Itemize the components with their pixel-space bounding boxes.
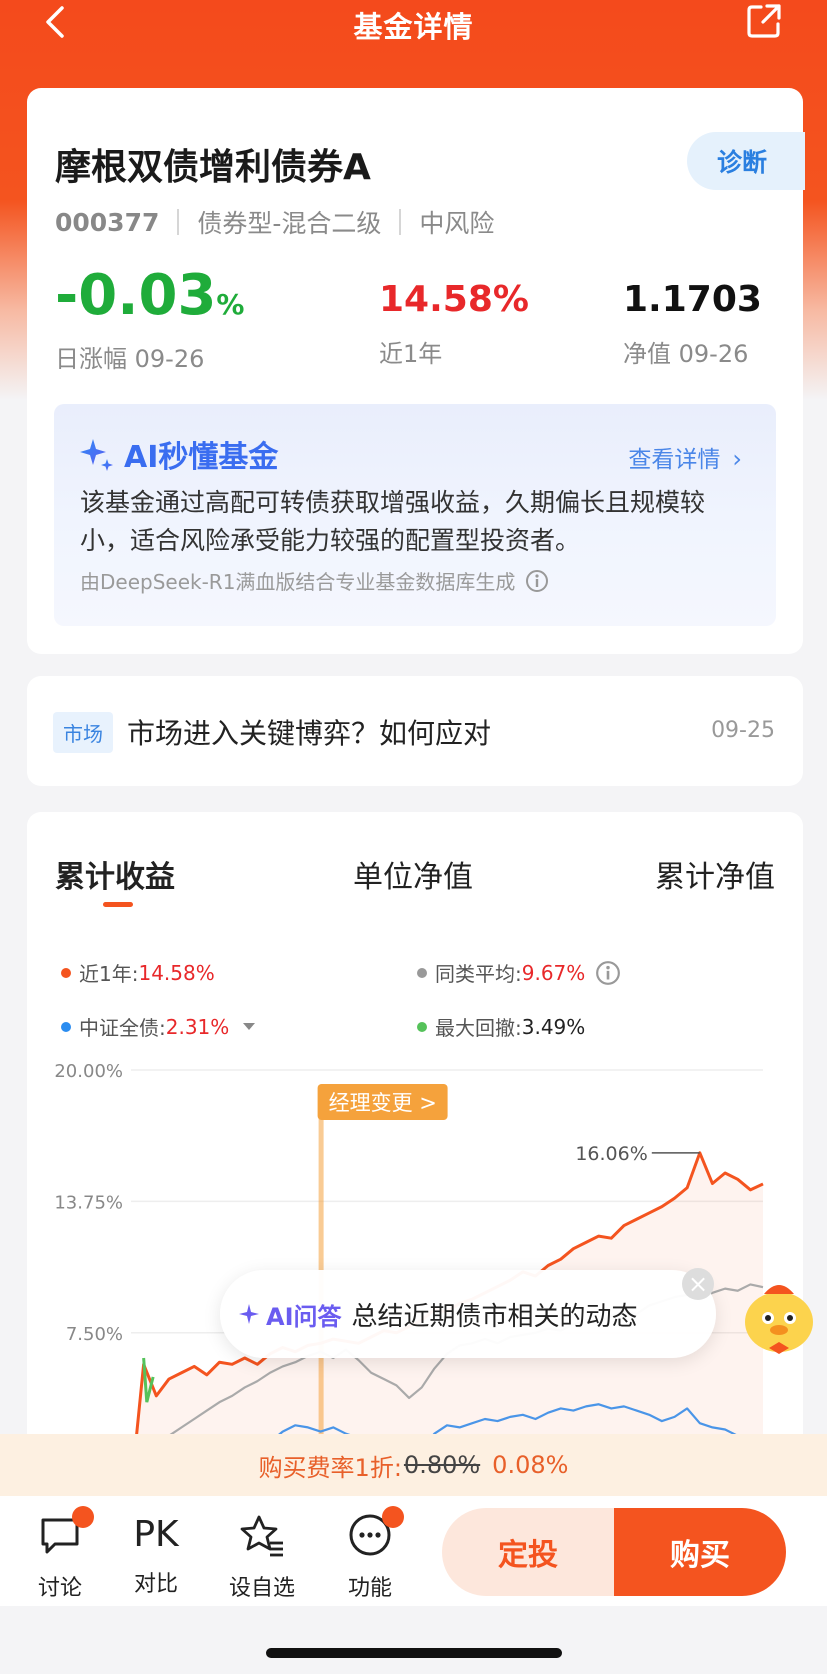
pk-icon: PK <box>133 1514 179 1555</box>
info-icon[interactable] <box>595 960 621 986</box>
ai-summary-box[interactable]: AI秒懂基金 查看详情 › 该基金通过高配可转债获取增强收益，久期偏长且规模较小，… <box>54 404 776 626</box>
one-year-stat: 14.58% 近1年 <box>379 276 529 369</box>
one-year-value: 14.58% <box>379 279 529 320</box>
compare-button[interactable]: PK 对比 <box>116 1512 196 1598</box>
ai-summary-heading: AI秒懂基金 <box>124 440 279 475</box>
news-headline: 市场进入关键博弈？如何应对 <box>127 717 492 750</box>
y-tick-label: 20.00% <box>54 1061 123 1082</box>
divider <box>177 209 180 235</box>
legend-dot <box>417 967 427 978</box>
caret-down-icon[interactable] <box>243 1023 256 1030</box>
legend-dot <box>417 1021 427 1032</box>
star-list-icon <box>240 1515 283 1557</box>
fund-meta: 000377 债券型-混合二级 中风险 <box>55 204 494 240</box>
legend-label: 最大回撤: <box>435 1016 522 1040</box>
functions-label: 功能 <box>347 1576 392 1601</box>
daily-change-label: 日涨幅 09-26 <box>55 345 205 373</box>
peak-label: 16.06% <box>575 1143 647 1165</box>
sparkle-icon <box>80 439 113 471</box>
fund-category: 债券型-混合二级 <box>197 209 382 238</box>
daily-change-stat: -0.03% 日涨幅 09-26 <box>55 266 244 374</box>
functions-button[interactable]: 功能 <box>330 1506 410 1602</box>
discuss-label: 讨论 <box>37 1576 82 1601</box>
one-year-label: 近1年 <box>379 340 443 368</box>
close-icon[interactable]: × <box>682 1268 714 1300</box>
legend-dot <box>61 1021 71 1032</box>
ai-summary-source: 由DeepSeek-R1满血版结合专业基金数据库生成 <box>80 566 549 595</box>
compare-label: 对比 <box>133 1572 178 1597</box>
home-indicator-area <box>0 1606 827 1674</box>
ai-chat-bubble[interactable]: AI问答 总结近期债市相关的动态 <box>220 1270 716 1358</box>
chevron-right-icon: › <box>732 445 742 473</box>
y-tick-label: 13.75% <box>54 1192 123 1213</box>
share-icon[interactable] <box>745 2 783 40</box>
divider <box>399 209 402 235</box>
legend-max-drawdown: 最大回撤: 3.49% <box>417 1012 585 1041</box>
bottom-action-bar: 讨论 PK 对比 设自选 功能 定投 购买 <box>0 1496 827 1606</box>
daily-change-unit: % <box>216 288 245 321</box>
ai-chat-question: 总结近期债市相关的动态 <box>351 1301 638 1332</box>
top-bar: 基金详情 <box>0 0 827 48</box>
tab-cumulative-nav[interactable]: 累计净值 <box>655 852 775 896</box>
home-indicator[interactable] <box>266 1648 562 1658</box>
buy-button[interactable]: 购买 <box>614 1508 786 1596</box>
nav-value: 1.1703 <box>623 279 762 320</box>
tab-unit-nav[interactable]: 单位净值 <box>353 852 473 896</box>
fee-original: 0.80% <box>403 1451 481 1479</box>
legend-peer-average: 同类平均: 9.67% <box>417 958 621 987</box>
legend-label: 同类平均: <box>435 962 522 986</box>
diagnose-button[interactable]: 诊断 <box>687 132 805 190</box>
page-title: 基金详情 <box>353 10 474 44</box>
tab-cumulative-return[interactable]: 累计收益 <box>55 852 175 896</box>
fee-banner: 购买费率1折: 0.80% 0.08% <box>0 1434 827 1496</box>
fund-name: 摩根双债增利债券A <box>55 147 371 188</box>
ai-chat-label: AI问答 <box>266 1302 342 1331</box>
watchlist-button[interactable]: 设自选 <box>222 1512 302 1602</box>
ai-summary-text: 该基金通过高配可转债获取增强收益，久期偏长且规模较小，适合风险承受能力较强的配置… <box>80 488 706 555</box>
ai-view-details-link[interactable]: 查看详情 › <box>628 440 742 474</box>
watchlist-label: 设自选 <box>228 1576 295 1601</box>
performance-chart-card: 累计收益 单位净值 累计净值 近1年: 14.58% 同类平均: 9.67% 中… <box>27 812 803 1512</box>
legend-value: 3.49% <box>521 1014 586 1039</box>
mascot-icon[interactable] <box>734 1270 824 1360</box>
legend-label: 近1年: <box>79 962 139 986</box>
fee-prefix: 购买费率1折: <box>258 1453 402 1482</box>
ai-source-text: 由DeepSeek-R1满血版结合专业基金数据库生成 <box>80 570 516 594</box>
fund-risk: 中风险 <box>419 209 495 238</box>
legend-one-year: 近1年: 14.58% <box>61 958 215 987</box>
fund-info-card: 摩根双债增利债券A 诊断 000377 债券型-混合二级 中风险 -0.03% … <box>27 88 805 654</box>
sparkle-icon <box>239 1304 259 1324</box>
ai-summary-title: AI秒懂基金 <box>78 432 278 476</box>
y-tick-label: 7.50% <box>66 1324 123 1345</box>
legend-benchmark[interactable]: 中证全债: 2.31% <box>61 1012 256 1041</box>
news-tag: 市场 <box>53 712 113 753</box>
info-icon[interactable] <box>525 569 549 593</box>
active-tab-indicator <box>103 902 133 907</box>
nav-stat: 1.1703 净值 09-26 <box>623 276 762 369</box>
legend-dot <box>61 967 71 978</box>
fund-code: 000377 <box>55 207 160 237</box>
news-date: 09-25 <box>711 718 775 743</box>
notification-dot <box>382 1506 404 1528</box>
news-card[interactable]: 市场 市场进入关键博弈？如何应对 09-25 <box>27 676 803 786</box>
fund-stats: -0.03% 日涨幅 09-26 14.58% 近1年 1.1703 净值 09… <box>55 266 775 374</box>
legend-label: 中证全债: <box>79 1016 166 1040</box>
ai-view-details-label: 查看详情 <box>628 447 721 473</box>
fee-discounted: 0.08% <box>492 1451 569 1479</box>
legend-value: 9.67% <box>521 960 586 985</box>
discuss-button[interactable]: 讨论 <box>20 1506 100 1602</box>
auto-invest-button[interactable]: 定投 <box>442 1508 614 1596</box>
manager-change-label: 经理变更 > <box>329 1091 437 1115</box>
legend-value: 14.58% <box>138 960 215 985</box>
nav-label: 净值 09-26 <box>623 340 749 368</box>
legend-value: 2.31% <box>165 1014 230 1039</box>
daily-change-value: -0.03 <box>55 263 217 328</box>
notification-dot <box>72 1506 94 1528</box>
